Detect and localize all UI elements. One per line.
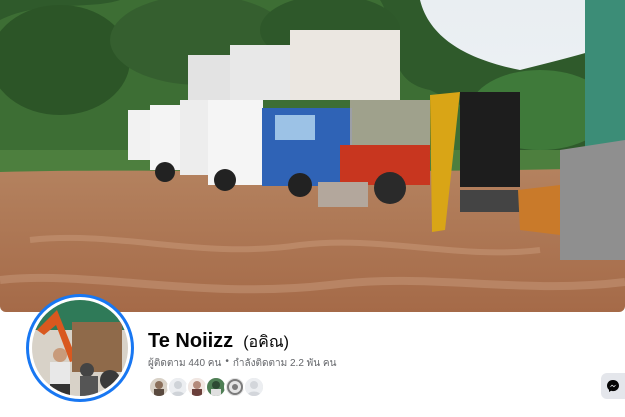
profile-name[interactable]: Te Noiizz [148, 330, 233, 353]
message-button[interactable] [601, 373, 625, 399]
follow-stats: ผู้ติดตาม 440 คน • กำลังติดตาม 2.2 พัน ค… [148, 356, 336, 371]
messenger-icon [607, 380, 619, 392]
cover-photo[interactable] [0, 0, 625, 312]
profile-picture[interactable] [26, 294, 134, 402]
profile-alternate-name: (อคิณ) [243, 334, 289, 351]
followers-count[interactable]: ผู้ติดตาม 440 คน [148, 356, 221, 371]
stats-separator: • [225, 356, 229, 367]
following-count[interactable]: กำลังติดตาม 2.2 พัน คน [233, 356, 337, 371]
friend-avatar-6[interactable] [243, 376, 265, 398]
cover-photo-image [0, 0, 625, 312]
friend-avatars [148, 376, 265, 398]
profile-name-row: Te Noiizz (อคิณ) [148, 330, 289, 355]
profile-photo-image [32, 300, 128, 396]
